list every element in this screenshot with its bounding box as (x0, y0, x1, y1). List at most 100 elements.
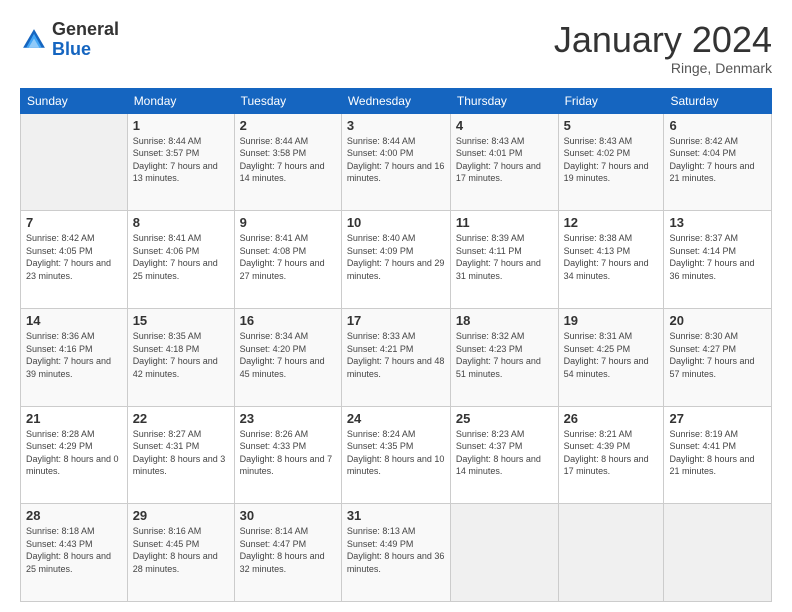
calendar-cell (664, 504, 772, 602)
page: General Blue January 2024 Ringe, Denmark… (0, 0, 792, 612)
day-number: 20 (669, 313, 766, 328)
day-number: 13 (669, 215, 766, 230)
calendar-cell: 5Sunrise: 8:43 AMSunset: 4:02 PMDaylight… (558, 113, 664, 211)
day-number: 17 (347, 313, 445, 328)
calendar-cell: 22 Sunrise: 8:27 AMSunset: 4:31 PMDayligh… (127, 406, 234, 504)
day-number: 14 (26, 313, 122, 328)
calendar-cell: 31 Sunrise: 8:13 AMSunset: 4:49 PMDayligh… (341, 504, 450, 602)
calendar-cell: 30 Sunrise: 8:14 AMSunset: 4:47 PMDayligh… (234, 504, 341, 602)
day-of-week-friday: Friday (558, 88, 664, 113)
calendar-cell: 14 Sunrise: 8:36 AMSunset: 4:16 PMDayligh… (21, 308, 128, 406)
day-detail: Sunrise: 8:40 AMSunset: 4:09 PMDaylight:… (347, 232, 445, 282)
day-detail: Sunrise: 8:18 AMSunset: 4:43 PMDaylight:… (26, 525, 122, 575)
day-of-week-sunday: Sunday (21, 88, 128, 113)
day-number: 2 (240, 118, 336, 133)
day-header-row: SundayMondayTuesdayWednesdayThursdayFrid… (21, 88, 772, 113)
day-detail: Sunrise: 8:39 AMSunset: 4:11 PMDaylight:… (456, 232, 553, 282)
day-number: 30 (240, 508, 336, 523)
day-detail: Sunrise: 8:27 AMSunset: 4:31 PMDaylight:… (133, 428, 229, 478)
calendar-cell: 18Sunrise: 8:32 AMSunset: 4:23 PMDayligh… (450, 308, 558, 406)
calendar-week-3: 14 Sunrise: 8:36 AMSunset: 4:16 PMDayligh… (21, 308, 772, 406)
day-number: 28 (26, 508, 122, 523)
day-detail: Sunrise: 8:33 AMSunset: 4:21 PMDaylight:… (347, 330, 445, 380)
day-detail: Sunrise: 8:28 AMSunset: 4:29 PMDaylight:… (26, 428, 122, 478)
calendar-cell: 12 Sunrise: 8:38 AMSunset: 4:13 PMDayligh… (558, 211, 664, 309)
day-number: 10 (347, 215, 445, 230)
day-number: 4 (456, 118, 553, 133)
calendar-cell: 24 Sunrise: 8:24 AMSunset: 4:35 PMDayligh… (341, 406, 450, 504)
day-of-week-thursday: Thursday (450, 88, 558, 113)
calendar-header: SundayMondayTuesdayWednesdayThursdayFrid… (21, 88, 772, 113)
calendar-cell: 20Sunrise: 8:30 AMSunset: 4:27 PMDayligh… (664, 308, 772, 406)
day-number: 9 (240, 215, 336, 230)
day-number: 15 (133, 313, 229, 328)
calendar-week-5: 28 Sunrise: 8:18 AMSunset: 4:43 PMDayligh… (21, 504, 772, 602)
day-number: 11 (456, 215, 553, 230)
calendar-cell (450, 504, 558, 602)
day-detail: Sunrise: 8:38 AMSunset: 4:13 PMDaylight:… (564, 232, 659, 282)
day-detail: Sunrise: 8:42 AMSunset: 4:04 PMDaylight:… (669, 135, 766, 185)
day-number: 8 (133, 215, 229, 230)
calendar-body: 1Sunrise: 8:44 AMSunset: 3:57 PMDaylight… (21, 113, 772, 601)
day-detail: Sunrise: 8:26 AMSunset: 4:33 PMDaylight:… (240, 428, 336, 478)
calendar-cell: 4 Sunrise: 8:43 AMSunset: 4:01 PMDaylight… (450, 113, 558, 211)
logo-text: General Blue (52, 20, 119, 60)
day-detail: Sunrise: 8:16 AMSunset: 4:45 PMDaylight:… (133, 525, 229, 575)
day-detail: Sunrise: 8:42 AMSunset: 4:05 PMDaylight:… (26, 232, 122, 282)
calendar-cell: 26Sunrise: 8:21 AMSunset: 4:39 PMDayligh… (558, 406, 664, 504)
day-number: 12 (564, 215, 659, 230)
day-detail: Sunrise: 8:36 AMSunset: 4:16 PMDaylight:… (26, 330, 122, 380)
logo-general-text: General (52, 19, 119, 39)
day-detail: Sunrise: 8:13 AMSunset: 4:49 PMDaylight:… (347, 525, 445, 575)
day-detail: Sunrise: 8:35 AMSunset: 4:18 PMDaylight:… (133, 330, 229, 380)
logo: General Blue (20, 20, 119, 60)
day-number: 18 (456, 313, 553, 328)
calendar-table: SundayMondayTuesdayWednesdayThursdayFrid… (20, 88, 772, 602)
day-of-week-saturday: Saturday (664, 88, 772, 113)
day-number: 26 (564, 411, 659, 426)
calendar-cell: 11 Sunrise: 8:39 AMSunset: 4:11 PMDayligh… (450, 211, 558, 309)
calendar-cell: 25 Sunrise: 8:23 AMSunset: 4:37 PMDayligh… (450, 406, 558, 504)
calendar-cell: 13Sunrise: 8:37 AMSunset: 4:14 PMDayligh… (664, 211, 772, 309)
calendar-cell (558, 504, 664, 602)
calendar-cell: 7Sunrise: 8:42 AMSunset: 4:05 PMDaylight… (21, 211, 128, 309)
header: General Blue January 2024 Ringe, Denmark (20, 20, 772, 76)
day-number: 23 (240, 411, 336, 426)
calendar-cell: 19Sunrise: 8:31 AMSunset: 4:25 PMDayligh… (558, 308, 664, 406)
calendar-cell: 29Sunrise: 8:16 AMSunset: 4:45 PMDayligh… (127, 504, 234, 602)
calendar-cell: 27Sunrise: 8:19 AMSunset: 4:41 PMDayligh… (664, 406, 772, 504)
subtitle: Ringe, Denmark (554, 60, 772, 76)
day-detail: Sunrise: 8:24 AMSunset: 4:35 PMDaylight:… (347, 428, 445, 478)
day-number: 6 (669, 118, 766, 133)
calendar-week-1: 1Sunrise: 8:44 AMSunset: 3:57 PMDaylight… (21, 113, 772, 211)
day-number: 16 (240, 313, 336, 328)
calendar-cell: 21 Sunrise: 8:28 AMSunset: 4:29 PMDayligh… (21, 406, 128, 504)
calendar-cell: 9 Sunrise: 8:41 AMSunset: 4:08 PMDaylight… (234, 211, 341, 309)
calendar-cell: 1Sunrise: 8:44 AMSunset: 3:57 PMDaylight… (127, 113, 234, 211)
day-detail: Sunrise: 8:14 AMSunset: 4:47 PMDaylight:… (240, 525, 336, 575)
day-number: 1 (133, 118, 229, 133)
day-number: 31 (347, 508, 445, 523)
month-title: January 2024 (554, 20, 772, 60)
calendar-cell: 6 Sunrise: 8:42 AMSunset: 4:04 PMDaylight… (664, 113, 772, 211)
day-detail: Sunrise: 8:41 AMSunset: 4:08 PMDaylight:… (240, 232, 336, 282)
logo-icon (20, 26, 48, 54)
day-number: 21 (26, 411, 122, 426)
day-detail: Sunrise: 8:44 AMSunset: 3:58 PMDaylight:… (240, 135, 336, 185)
day-number: 25 (456, 411, 553, 426)
logo-blue-text: Blue (52, 39, 91, 59)
day-number: 24 (347, 411, 445, 426)
day-number: 3 (347, 118, 445, 133)
day-detail: Sunrise: 8:34 AMSunset: 4:20 PMDaylight:… (240, 330, 336, 380)
calendar-cell: 28 Sunrise: 8:18 AMSunset: 4:43 PMDayligh… (21, 504, 128, 602)
calendar-cell: 23 Sunrise: 8:26 AMSunset: 4:33 PMDayligh… (234, 406, 341, 504)
day-detail: Sunrise: 8:31 AMSunset: 4:25 PMDaylight:… (564, 330, 659, 380)
day-detail: Sunrise: 8:23 AMSunset: 4:37 PMDaylight:… (456, 428, 553, 478)
day-detail: Sunrise: 8:44 AMSunset: 4:00 PMDaylight:… (347, 135, 445, 185)
day-detail: Sunrise: 8:43 AMSunset: 4:01 PMDaylight:… (456, 135, 553, 185)
day-number: 22 (133, 411, 229, 426)
calendar-cell: 15 Sunrise: 8:35 AMSunset: 4:18 PMDayligh… (127, 308, 234, 406)
calendar-cell: 2 Sunrise: 8:44 AMSunset: 3:58 PMDaylight… (234, 113, 341, 211)
calendar-cell: 10 Sunrise: 8:40 AMSunset: 4:09 PMDayligh… (341, 211, 450, 309)
day-number: 5 (564, 118, 659, 133)
